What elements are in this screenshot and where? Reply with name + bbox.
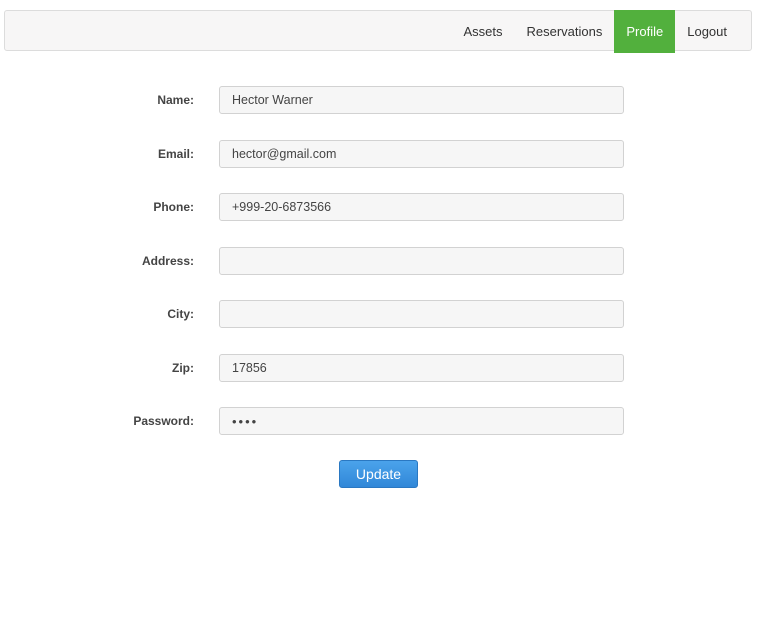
form-row-city: City: (0, 300, 760, 328)
top-navbar: Assets Reservations Profile Logout (4, 10, 752, 53)
nav-item-assets[interactable]: Assets (451, 10, 514, 53)
form-row-zip: Zip: (0, 353, 760, 382)
address-label: Address: (141, 253, 194, 268)
nav-item-logout[interactable]: Logout (675, 10, 739, 53)
phone-input[interactable] (219, 193, 624, 221)
password-label: Password: (133, 414, 194, 428)
phone-label: Phone: (153, 200, 194, 214)
city-input[interactable] (219, 300, 624, 328)
address-input[interactable] (219, 246, 624, 275)
form-row-password: Password: (0, 407, 760, 435)
nav-item-reservations[interactable]: Reservations (515, 10, 615, 53)
zip-label: Zip: (172, 360, 194, 375)
email-input[interactable] (219, 139, 624, 168)
form-row-phone: Phone: (0, 193, 760, 221)
email-label: Email: (157, 146, 194, 161)
password-input[interactable] (219, 407, 624, 435)
update-button[interactable]: Update (339, 460, 418, 488)
nav-item-profile[interactable]: Profile (614, 10, 676, 53)
name-label: Name: (157, 93, 194, 107)
profile-form: Name: Email: Phone: Address: City: Zip: … (0, 86, 760, 461)
form-row-name: Name: (0, 86, 760, 114)
form-row-email: Email: (0, 139, 760, 168)
city-label: City: (167, 307, 194, 321)
nav-menu: Assets Reservations Profile Logout (451, 10, 739, 53)
name-input[interactable] (219, 86, 624, 114)
form-row-address: Address: (0, 246, 760, 275)
zip-input[interactable] (219, 353, 624, 382)
